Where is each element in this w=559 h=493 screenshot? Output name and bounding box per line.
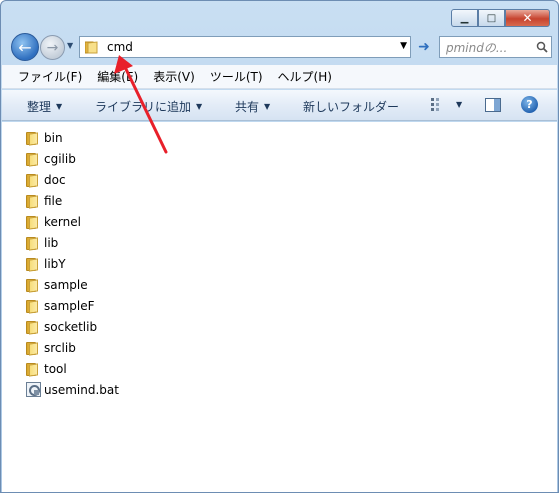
chevron-down-icon: ▼ [196,102,203,111]
file-name: sample [44,277,88,292]
folder-icon [26,152,40,167]
go-arrow-icon[interactable]: ➜ [414,38,434,56]
list-item[interactable]: tool [26,358,119,379]
command-bar: 整理 ▼ ライブラリに追加 ▼ 共有 ▼ 新しいフォルダー ▼ ? [2,90,557,121]
list-item[interactable]: file [26,190,119,211]
help-icon[interactable]: ? [521,96,538,113]
folder-icon [26,194,40,209]
file-name: sampleF [44,298,95,313]
add-to-library-label: ライブラリに追加 [95,100,192,114]
close-button[interactable]: ✕ [505,9,550,27]
folder-icon [26,131,40,146]
menu-bar: ファイル(F) 編集(E) 表示(V) ツール(T) ヘルプ(H) [2,65,557,89]
list-item[interactable]: cgilib [26,148,119,169]
folder-icon [26,299,40,314]
chevron-down-icon: ▼ [264,102,271,111]
new-folder-button[interactable]: 新しいフォルダー [303,98,399,115]
file-name: cgilib [44,151,76,166]
file-name: lib [44,235,59,250]
file-name: doc [44,172,66,187]
maximize-button[interactable]: □ [478,9,505,27]
batch-file-icon [26,382,41,397]
file-name: srclib [44,340,76,355]
menu-help[interactable]: ヘルプ(H) [278,68,332,85]
add-to-library-button[interactable]: ライブラリに追加 ▼ [95,98,202,115]
list-item[interactable]: doc [26,169,119,190]
list-item[interactable]: kernel [26,211,119,232]
list-item[interactable]: usemind.bat [26,379,119,400]
view-options-icon[interactable] [430,97,446,112]
file-name: socketlib [44,319,98,334]
folder-icon [26,236,40,251]
file-name: usemind.bat [44,382,119,397]
share-button[interactable]: 共有 ▼ [235,98,270,115]
list-item[interactable]: bin [26,127,119,148]
organize-label: 整理 [27,100,52,114]
file-list: bin cgilib doc file kernel lib libY sample sampl… [26,127,119,400]
share-label: 共有 [235,100,260,114]
navigation-bar: ← → ▼ cmd ▼ ➜ pmindの... [9,32,552,62]
caption-buttons: ▁ □ ✕ [451,9,550,27]
menu-file[interactable]: ファイル(F) [18,68,82,85]
menu-tools[interactable]: ツール(T) [210,68,263,85]
address-dropdown-icon[interactable]: ▼ [400,41,407,51]
new-folder-label: 新しいフォルダー [303,100,400,114]
search-placeholder: pmindの... [446,40,508,55]
list-item[interactable]: socketlib [26,316,119,337]
folder-icon [26,257,40,272]
explorer-window: ▁ □ ✕ ← → ▼ cmd ▼ ➜ pmindの... ファイル(F) 編集… [0,0,559,493]
file-name: kernel [44,214,81,229]
forward-arrow-icon[interactable]: → [40,35,65,60]
list-item[interactable]: sample [26,274,119,295]
search-icon[interactable] [533,38,551,56]
menu-edit[interactable]: 編集(E) [97,68,138,85]
recent-pages-dropdown-icon[interactable]: ▼ [67,41,73,50]
list-item[interactable]: sampleF [26,295,119,316]
address-path: cmd [107,40,133,54]
view-chevron-down-icon[interactable]: ▼ [456,100,462,109]
file-name: tool [44,361,67,376]
list-item[interactable]: libY [26,253,119,274]
address-bar[interactable]: cmd ▼ [79,36,411,58]
search-input[interactable]: pmindの... [439,36,552,58]
file-name: libY [44,256,66,271]
file-list-pane: bin cgilib doc file kernel lib libY sample sampl… [2,122,557,492]
folder-icon [26,341,40,356]
menu-view[interactable]: 表示(V) [153,68,195,85]
list-item[interactable]: lib [26,232,119,253]
folder-icon [84,41,98,54]
chevron-down-icon: ▼ [56,102,63,111]
file-name: file [44,193,63,208]
back-arrow-icon[interactable]: ← [11,33,39,61]
organize-button[interactable]: 整理 ▼ [27,98,62,115]
minimize-button[interactable]: ▁ [451,9,478,27]
folder-icon [26,215,40,230]
folder-icon [26,278,40,293]
preview-pane-icon[interactable] [485,98,501,112]
folder-icon [26,362,40,377]
file-name: bin [44,130,63,145]
folder-icon [26,320,40,335]
list-item[interactable]: srclib [26,337,119,358]
folder-icon [26,173,40,188]
